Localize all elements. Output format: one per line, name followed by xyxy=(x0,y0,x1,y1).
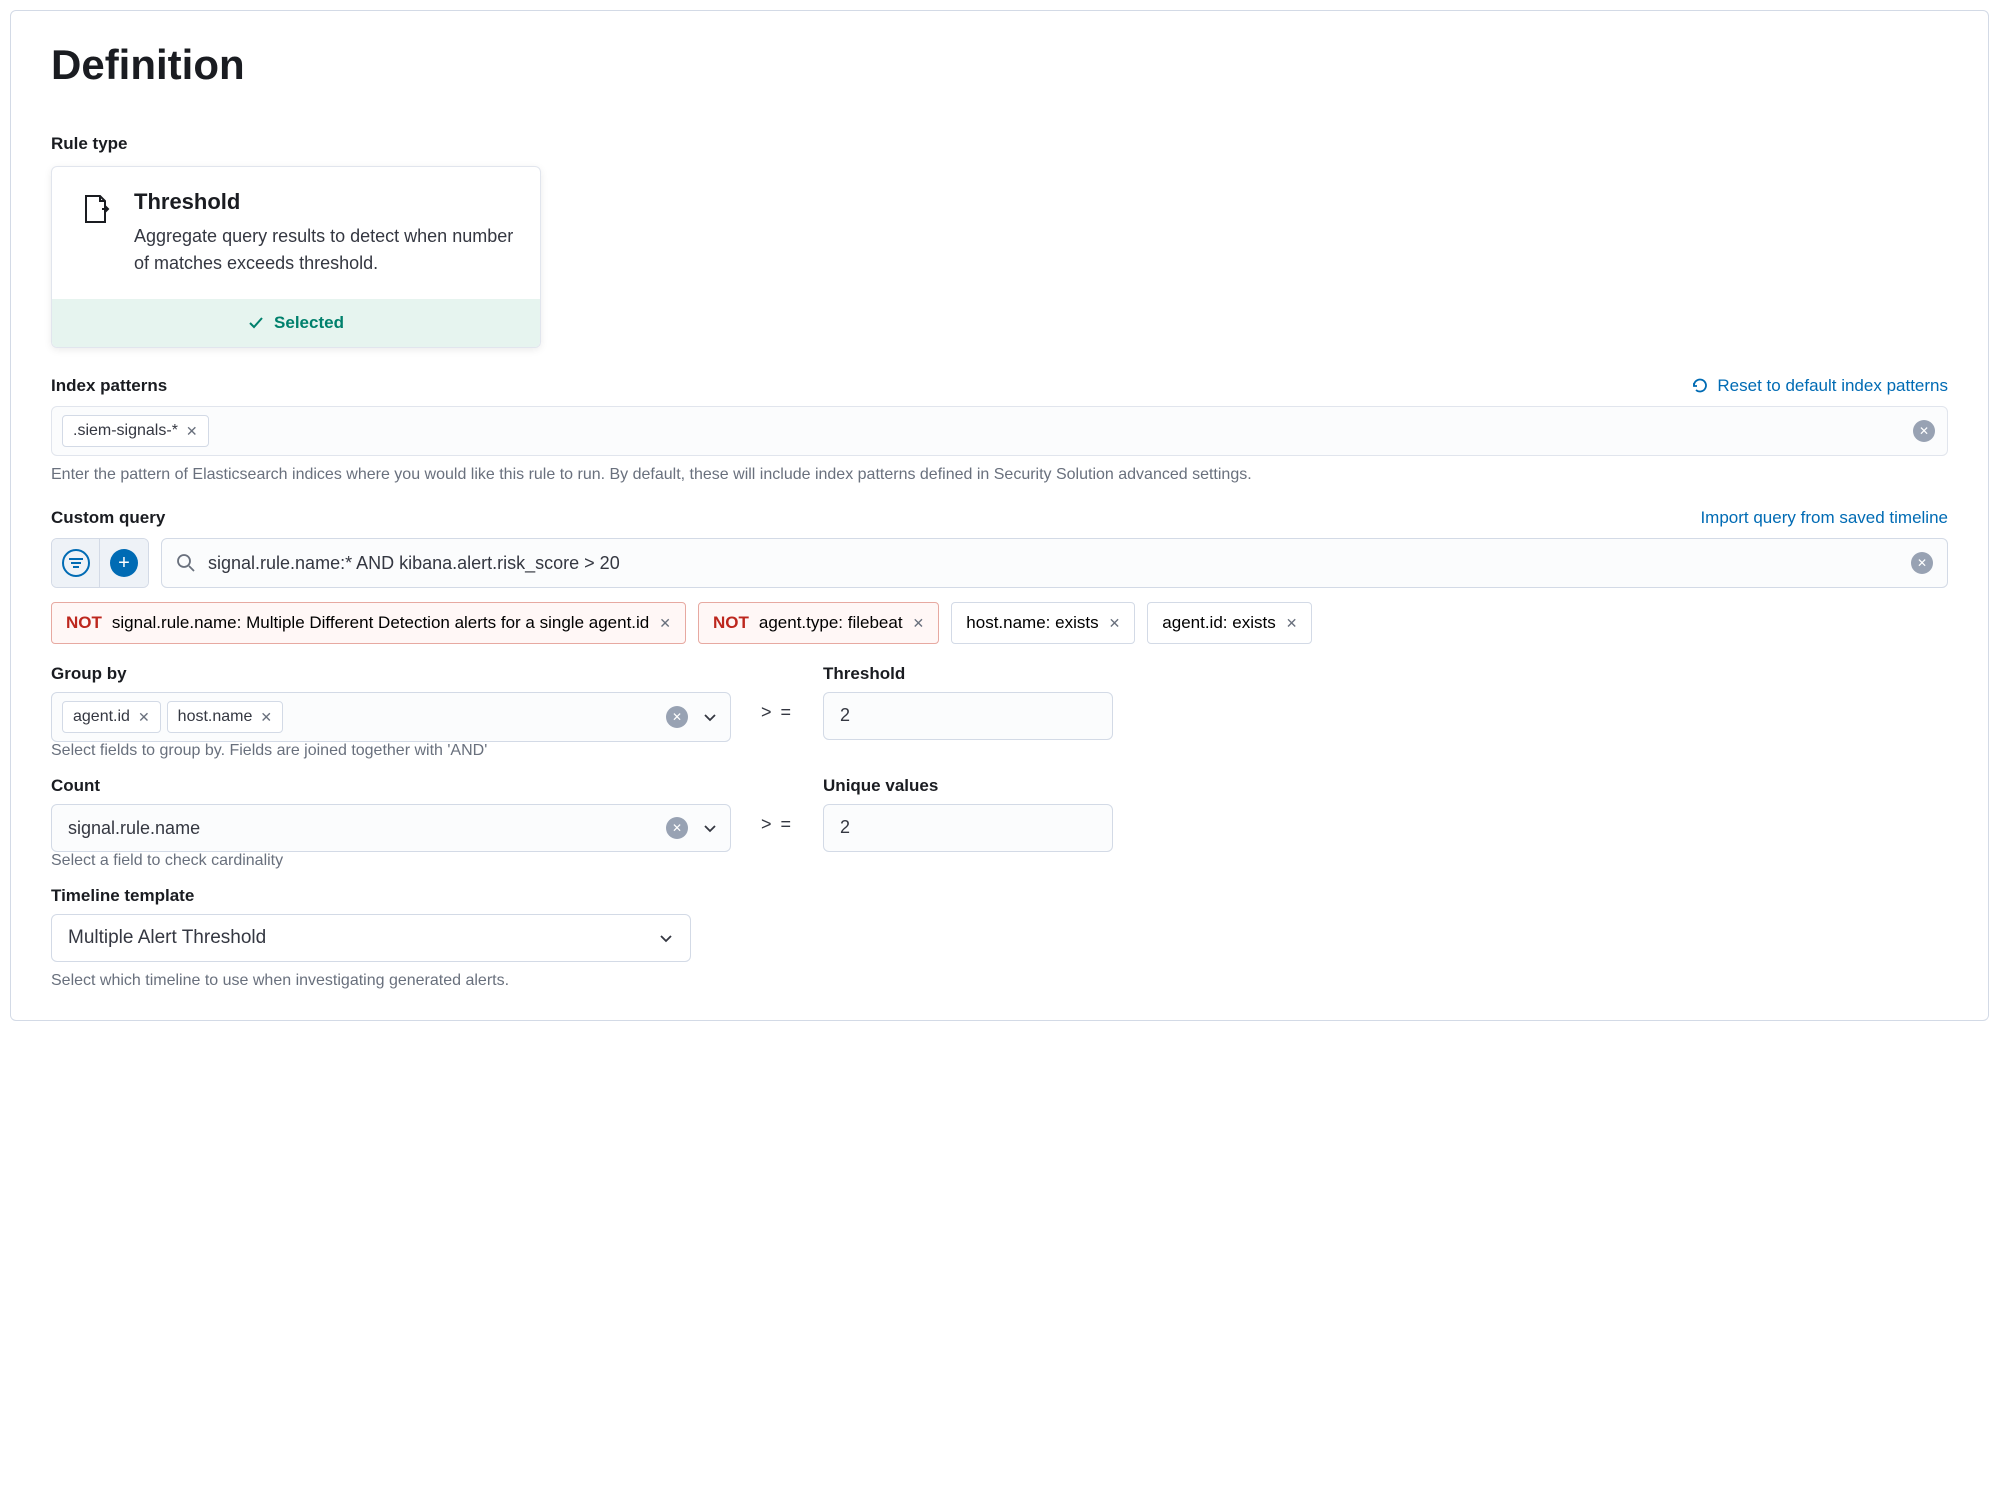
threshold-input[interactable]: 2 xyxy=(823,692,1113,740)
timeline-template-label: Timeline template xyxy=(51,886,1948,906)
threshold-label: Threshold xyxy=(823,664,1113,684)
clear-all-icon[interactable]: ✕ xyxy=(666,817,688,839)
filter-pill[interactable]: host.name: exists ✕ xyxy=(951,602,1135,644)
filter-pill[interactable]: NOT agent.type: filebeat ✕ xyxy=(698,602,939,644)
rule-type-label: Rule type xyxy=(51,134,1948,154)
close-icon[interactable]: ✕ xyxy=(138,709,150,726)
clear-all-icon[interactable]: ✕ xyxy=(666,706,688,728)
group-by-pill[interactable]: agent.id ✕ xyxy=(62,701,161,733)
custom-query-label: Custom query xyxy=(51,508,165,528)
refresh-icon xyxy=(1691,377,1709,395)
timeline-template-help: Select which timeline to use when invest… xyxy=(51,972,1948,990)
timeline-template-select[interactable]: Multiple Alert Threshold xyxy=(51,914,691,962)
chevron-down-icon[interactable] xyxy=(702,820,718,836)
filter-icon xyxy=(62,549,90,577)
index-pattern-pill[interactable]: .siem-signals-* ✕ xyxy=(62,415,209,447)
clear-all-icon[interactable]: ✕ xyxy=(1913,420,1935,442)
rule-type-name: Threshold xyxy=(134,189,514,215)
group-by-label: Group by xyxy=(51,664,731,684)
rule-type-description: Aggregate query results to detect when n… xyxy=(134,223,514,277)
group-by-help: Select fields to group by. Fields are jo… xyxy=(51,742,731,760)
chevron-down-icon xyxy=(658,930,674,946)
query-input[interactable]: signal.rule.name:* AND kibana.alert.risk… xyxy=(161,538,1948,588)
count-help: Select a field to check cardinality xyxy=(51,852,731,870)
unique-comparator: > = xyxy=(761,776,793,835)
unique-values-label: Unique values xyxy=(823,776,1113,796)
add-filter-button[interactable]: + xyxy=(100,539,148,587)
close-icon[interactable]: ✕ xyxy=(1109,615,1121,632)
close-icon[interactable]: ✕ xyxy=(186,423,198,440)
definition-panel: Definition Rule type Threshold Aggregate… xyxy=(10,10,1989,1021)
close-icon[interactable]: ✕ xyxy=(260,709,272,726)
close-icon[interactable]: ✕ xyxy=(659,615,671,632)
import-query-link[interactable]: Import query from saved timeline xyxy=(1700,508,1948,528)
filter-pill[interactable]: NOT signal.rule.name: Multiple Different… xyxy=(51,602,686,644)
index-patterns-input[interactable]: .siem-signals-* ✕ ✕ xyxy=(51,406,1948,456)
index-patterns-help: Enter the pattern of Elasticsearch indic… xyxy=(51,466,1948,484)
index-patterns-label: Index patterns xyxy=(51,376,167,396)
filter-pill[interactable]: agent.id: exists ✕ xyxy=(1147,602,1312,644)
group-by-pill[interactable]: host.name ✕ xyxy=(167,701,283,733)
rule-type-selected-badge: Selected xyxy=(52,299,540,347)
query-text: signal.rule.name:* AND kibana.alert.risk… xyxy=(208,553,1899,574)
count-label: Count xyxy=(51,776,731,796)
rule-type-card[interactable]: Threshold Aggregate query results to det… xyxy=(51,166,541,348)
unique-values-input[interactable]: 2 xyxy=(823,804,1113,852)
filter-options-button[interactable] xyxy=(52,539,100,587)
check-icon xyxy=(248,315,264,331)
group-by-input[interactable]: agent.id ✕ host.name ✕ ✕ xyxy=(51,692,731,742)
close-icon[interactable]: ✕ xyxy=(1286,615,1298,632)
chevron-down-icon[interactable] xyxy=(702,709,718,725)
page-title: Definition xyxy=(51,41,1948,89)
close-icon[interactable]: ✕ xyxy=(913,615,925,632)
rule-type-body: Threshold Aggregate query results to det… xyxy=(52,167,540,299)
plus-icon: + xyxy=(110,549,138,577)
reset-index-patterns-link[interactable]: Reset to default index patterns xyxy=(1691,376,1948,396)
count-input[interactable]: signal.rule.name ✕ xyxy=(51,804,731,852)
threshold-comparator: > = xyxy=(761,664,793,723)
search-icon xyxy=(176,553,196,573)
query-toolbar: + xyxy=(51,538,149,588)
filter-pills-row: NOT signal.rule.name: Multiple Different… xyxy=(51,602,1948,644)
threshold-icon xyxy=(78,191,114,277)
clear-query-icon[interactable]: ✕ xyxy=(1911,552,1933,574)
